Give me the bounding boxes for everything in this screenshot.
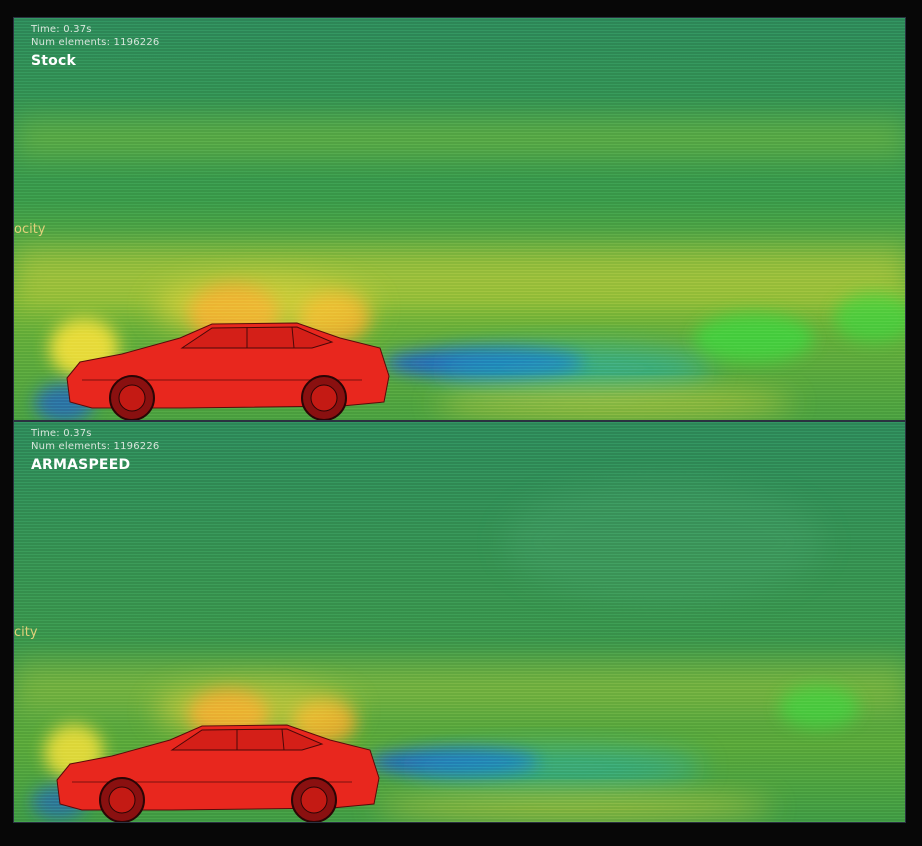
legend-fragment: ocity [14,222,46,237]
configuration-label: Stock [31,53,77,69]
car-model-icon [56,724,380,822]
configuration-label: ARMASPEED [31,457,131,473]
simulation-viewport-armaspeed[interactable]: city Time: 0.37s Num elements: 1196226 A… [13,421,906,823]
element-count-readout: Num elements: 1196226 [31,441,160,452]
legend-fragment: city [14,625,38,640]
car-model-icon [66,322,390,420]
hud-info: Time: 0.37s Num elements: 1196226 Stock [31,22,159,71]
simulation-viewport-stock[interactable]: ocity Time: 0.37s Num elements: 1196226 … [13,17,906,421]
element-count-readout: Num elements: 1196226 [31,37,160,48]
hud-info: Time: 0.37s Num elements: 1196226 ARMASP… [31,426,159,475]
simulation-window: ocity Time: 0.37s Num elements: 1196226 … [0,0,922,846]
